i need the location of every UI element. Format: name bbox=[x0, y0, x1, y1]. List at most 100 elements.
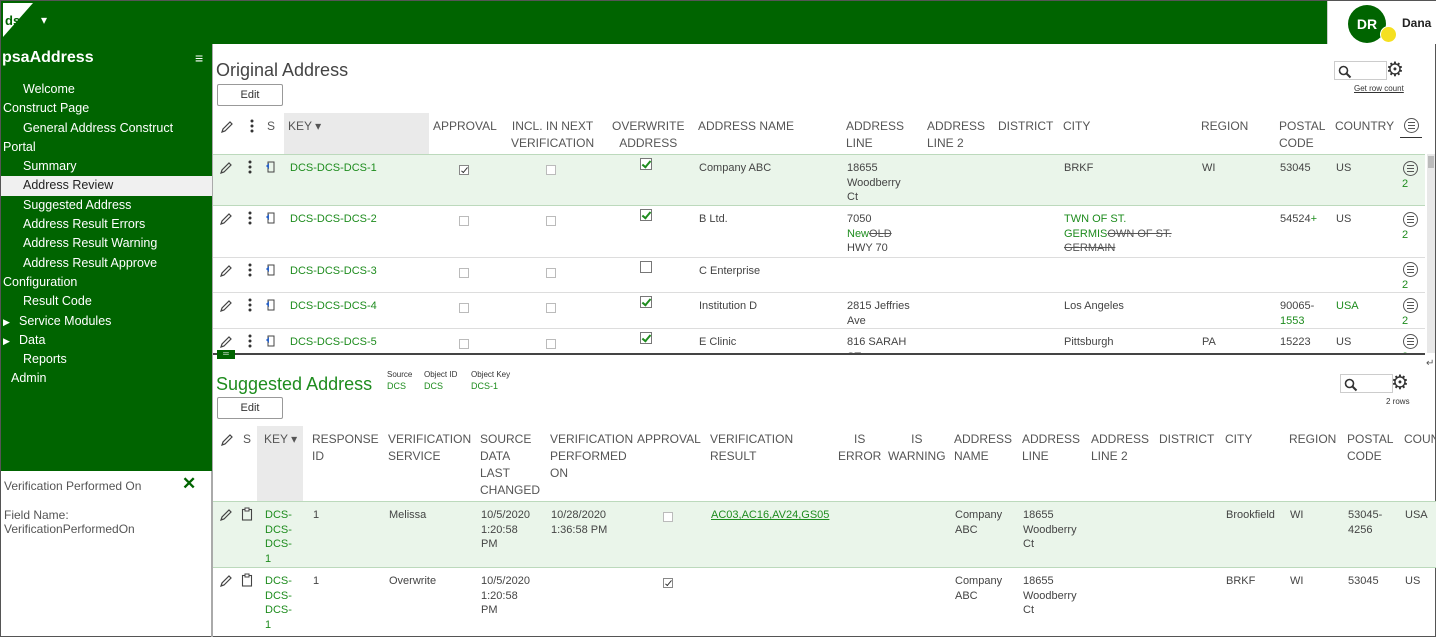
app-switcher-caret-icon[interactable]: ▾ bbox=[41, 13, 47, 27]
col-header-overwrite[interactable]: OVERWRITE ADDRESS bbox=[612, 118, 684, 152]
more-vertical-icon[interactable] bbox=[248, 263, 252, 277]
incl-checkbox[interactable] bbox=[546, 165, 556, 175]
row-key[interactable]: DCS-DCS-DCS-2 bbox=[290, 212, 377, 227]
column-chooser-icon[interactable] bbox=[1404, 118, 1419, 133]
more-vertical-icon[interactable] bbox=[248, 211, 252, 225]
sidebar-item-data[interactable]: ▶ Data bbox=[1, 331, 212, 350]
col-header-address-line-2[interactable]: ADDRESS LINE 2 bbox=[1091, 431, 1149, 465]
col-header-verification-service[interactable]: VERIFICATION SERVICE bbox=[388, 431, 471, 465]
status-document-icon[interactable] bbox=[265, 160, 277, 174]
more-vertical-icon[interactable] bbox=[248, 160, 252, 174]
pencil-icon[interactable] bbox=[219, 299, 233, 313]
col-header-key[interactable]: KEY ▾ bbox=[284, 113, 429, 154]
table-row[interactable]: DCS-DCS-DCS-5 E Clinic 816 SARAHST Pitts… bbox=[213, 329, 1425, 353]
col-header-response-id[interactable]: RESPONSE ID bbox=[312, 431, 379, 465]
row-key[interactable]: DCS-DCS-DCS-3 bbox=[290, 264, 377, 279]
row-key[interactable]: DCS-DCS-DCS-1 bbox=[290, 161, 377, 176]
scrollbar-thumb[interactable] bbox=[1428, 156, 1434, 168]
col-header-country[interactable]: COUN bbox=[1404, 431, 1436, 448]
row-key[interactable]: DCS-DCS-DCS-4 bbox=[290, 299, 377, 314]
approval-checkbox[interactable] bbox=[459, 216, 469, 226]
splitter-handle-icon[interactable]: ═ bbox=[217, 350, 235, 359]
clipboard-icon[interactable] bbox=[241, 573, 253, 587]
pencil-icon[interactable] bbox=[219, 574, 233, 588]
details-icon[interactable] bbox=[1403, 298, 1418, 313]
verification-result-link[interactable]: AC03,AC16,AV24,GS05 bbox=[711, 508, 829, 523]
sidebar-item-reports[interactable]: Reports bbox=[1, 350, 212, 369]
status-document-icon[interactable] bbox=[265, 298, 277, 312]
incl-checkbox[interactable] bbox=[546, 216, 556, 226]
sidebar-item-portal[interactable]: Portal bbox=[1, 138, 212, 157]
approval-checkbox[interactable] bbox=[663, 512, 673, 522]
overwrite-checkbox[interactable] bbox=[640, 158, 652, 170]
col-header-city[interactable]: CITY bbox=[1225, 431, 1252, 448]
suggested-edit-button[interactable]: Edit bbox=[217, 397, 283, 419]
overwrite-checkbox[interactable] bbox=[640, 332, 652, 344]
status-document-icon[interactable] bbox=[265, 211, 277, 225]
table-row[interactable]: DCS-DCS-DCS-3 C Enterprise 2 bbox=[213, 258, 1425, 293]
col-header-verification-result[interactable]: VERIFICATION RESULT bbox=[710, 431, 793, 465]
pencil-icon[interactable] bbox=[219, 335, 233, 349]
close-icon[interactable]: ✕ bbox=[182, 474, 196, 494]
col-header-incl[interactable]: INCL. IN NEXT VERIFICATION bbox=[511, 118, 594, 152]
col-header-district[interactable]: DISTRICT bbox=[998, 118, 1053, 135]
col-header-s[interactable]: S bbox=[267, 118, 275, 135]
table-row[interactable]: DCS-DCS-DCS-1 Company ABC 18655 Woodberry… bbox=[213, 154, 1425, 206]
sidebar-item-address-result-errors[interactable]: Address Result Errors bbox=[1, 215, 212, 234]
clipboard-icon[interactable] bbox=[241, 507, 253, 521]
table-row[interactable]: DCS-DCS-DCS-4 Institution D 2815 Jeffrie… bbox=[213, 293, 1425, 329]
sidebar-item-address-review[interactable]: Address Review bbox=[1, 176, 212, 196]
sidebar-item-result-code[interactable]: Result Code bbox=[1, 292, 212, 311]
sidebar-item-welcome[interactable]: Welcome bbox=[1, 80, 212, 99]
resize-corner-icon[interactable]: ↵ bbox=[1426, 358, 1434, 369]
status-document-icon[interactable] bbox=[265, 263, 277, 277]
user-box[interactable]: DR Dana bbox=[1327, 1, 1436, 44]
sidebar-item-address-result-warning[interactable]: Address Result Warning bbox=[1, 234, 212, 253]
col-header-district[interactable]: DISTRICT bbox=[1159, 431, 1214, 448]
original-edit-button[interactable]: Edit bbox=[217, 84, 283, 106]
col-header-key[interactable]: KEY ▾ bbox=[257, 426, 303, 501]
sidebar-item-construct-page[interactable]: Construct Page bbox=[1, 99, 212, 118]
suggested-gear-icon[interactable]: ⚙ bbox=[1391, 370, 1409, 395]
col-header-approval[interactable]: APPROVAL bbox=[637, 431, 701, 448]
sidebar-item-admin[interactable]: Admin bbox=[1, 369, 212, 388]
col-header-is-error[interactable]: IS ERROR bbox=[838, 431, 881, 465]
col-header-address-name[interactable]: ADDRESS NAME bbox=[954, 431, 1012, 465]
table-row[interactable]: DCS- DCS- DCS- 1 1 Overwrite 10/5/2020 1:20:… bbox=[213, 568, 1436, 637]
sidebar-item-summary[interactable]: Summary bbox=[1, 157, 212, 176]
status-document-icon[interactable] bbox=[265, 334, 277, 348]
suggested-search-input[interactable] bbox=[1340, 374, 1393, 393]
approval-checkbox[interactable] bbox=[459, 339, 469, 349]
approval-checkbox[interactable] bbox=[663, 578, 673, 588]
row-key[interactable]: DCS-DCS-DCS-5 bbox=[290, 335, 377, 350]
sidebar-item-general-address-construct[interactable]: General Address Construct bbox=[1, 119, 212, 138]
col-header-city[interactable]: CITY bbox=[1063, 118, 1090, 135]
sidebar-item-configuration[interactable]: Configuration bbox=[1, 273, 212, 292]
dsp-logo[interactable]: dsp bbox=[3, 3, 33, 37]
original-gear-icon[interactable]: ⚙ bbox=[1386, 57, 1404, 82]
details-icon[interactable] bbox=[1403, 212, 1418, 227]
pencil-icon[interactable] bbox=[219, 212, 233, 226]
col-header-address-line[interactable]: ADDRESS LINE bbox=[1022, 431, 1080, 465]
pane-splitter[interactable] bbox=[213, 353, 1425, 355]
overwrite-checkbox[interactable] bbox=[640, 261, 652, 273]
col-header-address-name[interactable]: ADDRESS NAME bbox=[698, 118, 794, 135]
incl-checkbox[interactable] bbox=[546, 268, 556, 278]
original-search-input[interactable] bbox=[1334, 61, 1387, 80]
overwrite-checkbox[interactable] bbox=[640, 296, 652, 308]
col-header-postal-code[interactable]: POSTAL CODE bbox=[1347, 431, 1393, 465]
col-header-address-line-2[interactable]: ADDRESS LINE 2 bbox=[927, 118, 985, 152]
col-header-source-data-last-changed[interactable]: SOURCE DATA LAST CHANGED bbox=[480, 431, 540, 499]
hamburger-menu-icon[interactable]: ≡ bbox=[195, 50, 203, 66]
approval-checkbox[interactable] bbox=[459, 303, 469, 313]
incl-checkbox[interactable] bbox=[546, 303, 556, 313]
approval-checkbox[interactable] bbox=[459, 268, 469, 278]
original-scrollbar[interactable] bbox=[1427, 154, 1435, 353]
row-key[interactable]: DCS-DCS-DCS-1 bbox=[265, 574, 292, 632]
col-header-s[interactable]: S bbox=[243, 431, 251, 448]
pencil-icon[interactable] bbox=[219, 161, 233, 175]
details-icon[interactable] bbox=[1403, 334, 1418, 349]
sidebar-item-suggested-address[interactable]: Suggested Address bbox=[1, 196, 212, 215]
col-header-verification-performed-on[interactable]: VERIFICATION PERFORMED ON bbox=[550, 431, 633, 482]
col-header-approval[interactable]: APPROVAL bbox=[433, 118, 497, 135]
